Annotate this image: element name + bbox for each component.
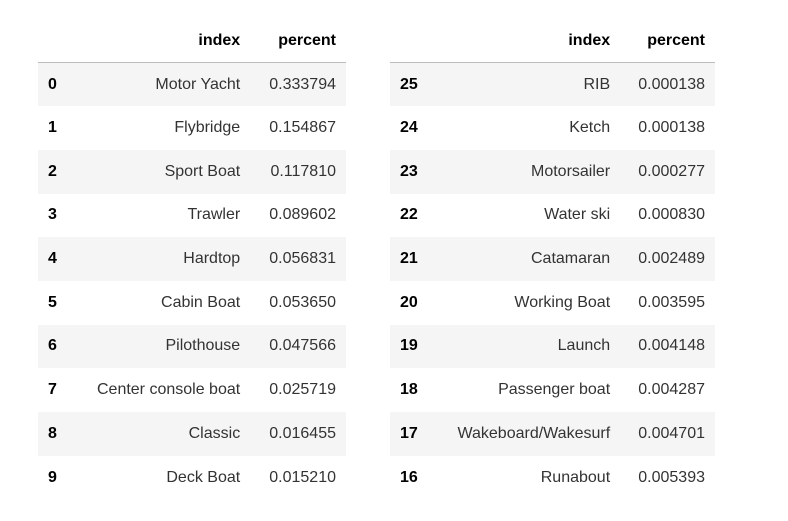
percent-cell: 0.056831 (269, 250, 336, 268)
percent-cell: 0.154867 (269, 119, 336, 137)
boat-type-cell: Wakeboard/Wakesurf (457, 424, 611, 442)
percent-cell: 0.016455 (269, 424, 336, 442)
row-index: 5 (48, 293, 57, 311)
table-row: 19 Launch 0.004148 (390, 324, 715, 369)
table-row: 3 Trawler 0.089602 (38, 193, 346, 238)
row-index: 19 (400, 337, 418, 355)
row-index: 18 (400, 381, 418, 399)
boat-type-cell: Pilothouse (165, 337, 241, 355)
row-index: 23 (400, 162, 418, 180)
header-row: index percent (38, 19, 346, 63)
table-row: 20 Working Boat 0.003595 (390, 280, 715, 325)
row-index: 17 (400, 424, 418, 442)
percent-cell: 0.047566 (269, 337, 336, 355)
boat-type-cell: Hardtop (183, 250, 241, 268)
row-index: 9 (48, 468, 57, 486)
row-index: 16 (400, 468, 418, 486)
percent-column-header: percent (620, 19, 715, 63)
percent-cell: 0.000277 (638, 162, 705, 180)
row-index: 24 (400, 119, 418, 137)
boat-type-cell: Water ski (544, 206, 611, 224)
percent-cell: 0.000830 (638, 206, 705, 224)
percent-cell: 0.089602 (269, 206, 336, 224)
right-dataframe-table: index percent 25 RIB 0.000138 24 Ketch 0… (390, 19, 715, 500)
row-index: 4 (48, 250, 57, 268)
boat-type-cell: Runabout (540, 468, 611, 486)
table-row: 25 RIB 0.000138 (390, 62, 715, 107)
table-row: 5 Cabin Boat 0.053650 (38, 280, 346, 325)
row-index: 21 (400, 250, 418, 268)
boat-type-cell: Catamaran (530, 250, 611, 268)
table-row: 1 Flybridge 0.154867 (38, 106, 346, 150)
row-index: 20 (400, 293, 418, 311)
table-row: 24 Ketch 0.000138 (390, 106, 715, 150)
table-row: 22 Water ski 0.000830 (390, 193, 715, 238)
boat-type-cell: RIB (583, 75, 611, 93)
percent-cell: 0.004287 (638, 381, 705, 399)
table-row: 23 Motorsailer 0.000277 (390, 149, 715, 194)
percent-column-header: percent (250, 19, 346, 63)
boat-type-cell: Trawler (187, 206, 241, 224)
name-column-header: index (431, 19, 621, 63)
percent-cell: 0.003595 (638, 293, 705, 311)
row-index: 22 (400, 206, 418, 224)
name-column-header: index (69, 19, 251, 63)
boat-type-cell: Motorsailer (531, 162, 611, 180)
percent-cell: 0.117810 (270, 162, 336, 180)
percent-cell: 0.333794 (269, 75, 336, 93)
percent-cell: 0.025719 (269, 381, 336, 399)
table-row: 7 Center console boat 0.025719 (38, 368, 346, 412)
row-index: 0 (48, 75, 57, 93)
row-index: 25 (400, 75, 418, 93)
percent-cell: 0.000138 (638, 119, 705, 137)
row-index: 8 (48, 424, 57, 442)
boat-type-cell: Flybridge (174, 119, 241, 137)
percent-cell: 0.004148 (638, 337, 705, 355)
table-row: 8 Classic 0.016455 (38, 412, 346, 456)
percent-cell: 0.053650 (269, 293, 336, 311)
table-row: 17 Wakeboard/Wakesurf 0.004701 (390, 412, 715, 456)
table-row: 2 Sport Boat 0.117810 (38, 149, 346, 194)
percent-cell: 0.002489 (638, 250, 705, 268)
row-index: 1 (48, 119, 57, 137)
row-index: 6 (48, 337, 57, 355)
boat-type-cell: Launch (557, 337, 611, 355)
boat-type-cell: Classic (188, 424, 241, 442)
percent-cell: 0.015210 (269, 468, 336, 486)
index-column-header (38, 19, 70, 63)
index-column-header (390, 19, 432, 63)
row-index: 7 (48, 381, 57, 399)
table-row: 21 Catamaran 0.002489 (390, 237, 715, 281)
row-index: 3 (48, 206, 57, 224)
boat-type-cell: Passenger boat (498, 381, 611, 399)
left-dataframe-table: index percent 0 Motor Yacht 0.333794 1 F… (38, 19, 346, 500)
header-row: index percent (390, 19, 715, 63)
table-row: 9 Deck Boat 0.015210 (38, 455, 346, 500)
percent-cell: 0.000138 (638, 75, 705, 93)
table-row: 6 Pilothouse 0.047566 (38, 324, 346, 369)
percent-cell: 0.004701 (638, 424, 705, 442)
table-row: 18 Passenger boat 0.004287 (390, 368, 715, 412)
table-row: 0 Motor Yacht 0.333794 (38, 62, 346, 107)
boat-type-cell: Working Boat (514, 293, 611, 311)
table-row: 16 Runabout 0.005393 (390, 455, 715, 500)
boat-type-cell: Cabin Boat (161, 293, 241, 311)
boat-type-cell: Center console boat (96, 381, 241, 399)
percent-cell: 0.005393 (638, 468, 705, 486)
boat-type-cell: Ketch (569, 119, 611, 137)
boat-type-cell: Sport Boat (164, 162, 241, 180)
table-row: 4 Hardtop 0.056831 (38, 237, 346, 281)
boat-type-cell: Deck Boat (166, 468, 241, 486)
row-index: 2 (48, 162, 57, 180)
boat-type-cell: Motor Yacht (155, 75, 241, 93)
